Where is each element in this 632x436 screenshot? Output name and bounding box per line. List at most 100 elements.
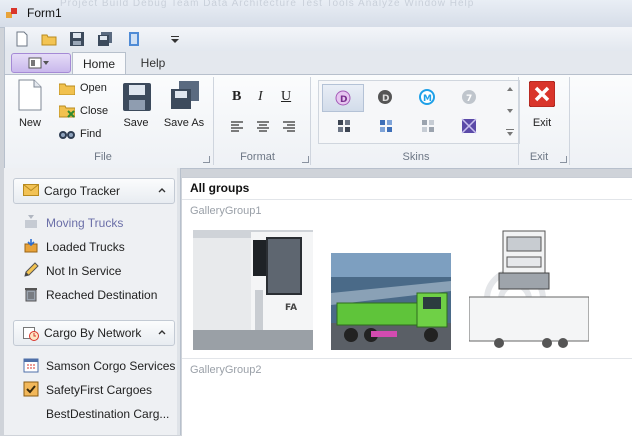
tab-help[interactable]: Help (131, 52, 175, 74)
application-menu-button[interactable] (11, 53, 71, 73)
gallery-title: All groups (190, 181, 250, 195)
title-bar: Form1 Project Build Debug Team Data Arch… (0, 0, 632, 28)
skin-metro-icon[interactable]: M (419, 89, 435, 105)
svg-text:7: 7 (466, 94, 472, 104)
exit-group-launcher-icon[interactable] (560, 156, 567, 163)
nav-item-label: Moving Trucks (46, 216, 124, 230)
open-button[interactable]: Open (59, 80, 115, 98)
save-label: Save (123, 117, 149, 129)
nav-splitter[interactable] (177, 168, 180, 435)
gallery-group-2-label: GalleryGroup2 (190, 364, 262, 376)
trash-icon (25, 288, 37, 302)
background-menu-ghost: Project Build Debug Team Data Architectu… (60, 0, 475, 9)
pencil-icon (24, 262, 39, 277)
binoculars-icon (59, 131, 75, 139)
bold-icon[interactable]: B (232, 89, 241, 105)
save-button[interactable]: Save (119, 81, 153, 133)
file-group: New Open Close Find Save Save As File (5, 75, 214, 166)
new-label: New (18, 117, 41, 129)
nav-item-label: Loaded Trucks (46, 240, 125, 254)
navigation-pane: Cargo Tracker Moving Trucks Loaded Truck… (4, 168, 181, 435)
tab-home[interactable]: Home (72, 52, 126, 75)
envelope-icon (23, 184, 39, 196)
chevron-up-icon (158, 330, 166, 335)
divider (182, 199, 632, 200)
customize-dropdown-icon[interactable] (167, 31, 183, 47)
save-icon (123, 83, 151, 111)
open-folder-icon (59, 83, 75, 95)
skin-7-icon[interactable]: 7 (461, 89, 477, 105)
skin-d-icon: D (335, 90, 351, 106)
align-left-icon[interactable] (230, 120, 244, 132)
save-as-button[interactable]: Save As (161, 81, 207, 133)
align-center-icon[interactable] (256, 120, 270, 132)
nav-item-label: SafetyFirst Cargoes (46, 383, 153, 397)
cargo-tracker-header[interactable]: Cargo Tracker (13, 178, 175, 204)
save-as-icon (171, 81, 199, 109)
nav-item-label: BestDestination Carg... (46, 407, 170, 421)
quick-access-toolbar (4, 27, 632, 51)
ribbon-panel: New Open Close Find Save Save As File B … (4, 74, 632, 169)
divider (182, 358, 632, 359)
svg-text:FA: FA (285, 303, 297, 313)
application-menu-icon (28, 57, 49, 69)
file-group-label: File (94, 151, 112, 163)
open-label: Open (80, 82, 107, 94)
skin-purple-icon[interactable] (461, 118, 477, 134)
skins-group-label: Skins (402, 151, 430, 163)
svg-text:D: D (382, 94, 389, 104)
italic-icon[interactable]: I (258, 89, 263, 105)
nav-item-not-in-service[interactable]: Not In Service (13, 260, 173, 282)
nav-item-samson-corgo-services[interactable]: Samson Corgo Services (13, 355, 176, 377)
gallery-item-green-truck[interactable] (331, 253, 451, 350)
skin-grid-gray-icon[interactable] (421, 119, 435, 133)
find-button[interactable]: Find (59, 126, 115, 144)
nav-item-label: Samson Corgo Services (46, 359, 176, 373)
underline-icon[interactable]: U (281, 89, 291, 105)
exit-group-label: Exit (529, 151, 549, 163)
gallery-scroll-icon[interactable] (505, 85, 515, 139)
gallery-item-white-truck[interactable]: FA (193, 230, 313, 350)
cargo-tracker-header-label: Cargo Tracker (44, 184, 121, 198)
open-folder-icon[interactable] (41, 31, 57, 47)
chevron-up-icon (158, 188, 166, 193)
nav-item-loaded-trucks[interactable]: Loaded Trucks (13, 236, 173, 258)
find-label: Find (80, 128, 102, 140)
svg-text:M: M (423, 94, 432, 104)
new-icon[interactable] (14, 31, 30, 47)
svg-text:D: D (340, 95, 347, 105)
format-group-launcher-icon[interactable] (302, 156, 309, 163)
nav-item-label: Reached Destination (46, 288, 158, 302)
skin-grid-blue-icon[interactable] (379, 119, 393, 133)
cargo-by-network-header-label: Cargo By Network (44, 326, 142, 340)
new-button[interactable]: New (13, 79, 47, 131)
moving-truck-icon (25, 215, 37, 228)
skin-dark-icon[interactable]: D (377, 89, 393, 105)
file-group-launcher-icon[interactable] (203, 156, 210, 163)
close-button[interactable]: Close (59, 103, 115, 121)
new-document-icon (18, 79, 42, 111)
exit-button[interactable]: Exit (524, 81, 560, 133)
align-right-icon[interactable] (282, 120, 296, 132)
skin-grid-dark-icon[interactable] (337, 119, 351, 133)
nav-item-moving-trucks[interactable]: Moving Trucks (13, 212, 173, 234)
nav-item-safetyfirst-cargoes[interactable]: SafetyFirst Cargoes (13, 379, 173, 401)
exit-label: Exit (532, 117, 552, 129)
save-all-icon[interactable] (97, 31, 113, 47)
app-icon (6, 8, 17, 18)
cargo-by-network-header[interactable]: Cargo By Network (13, 320, 175, 346)
gallery-item-truck-drawings[interactable] (469, 229, 589, 350)
clock-calendar-icon (23, 327, 39, 341)
document-icon[interactable] (126, 31, 142, 47)
nav-item-bestdestination-cargo[interactable]: BestDestination Carg... (13, 403, 173, 425)
nav-item-label: Not In Service (46, 264, 122, 278)
nav-item-reached-destination[interactable]: Reached Destination (13, 284, 173, 306)
skin-selected[interactable]: D (322, 84, 364, 112)
skins-gallery: D D M 7 (318, 80, 520, 144)
save-icon[interactable] (69, 31, 85, 47)
checkbox-icon (23, 381, 39, 397)
loaded-box-icon (24, 239, 38, 253)
calendar-icon (23, 358, 39, 373)
format-group-label: Format (240, 151, 275, 163)
window-title: Form1 (27, 6, 62, 20)
